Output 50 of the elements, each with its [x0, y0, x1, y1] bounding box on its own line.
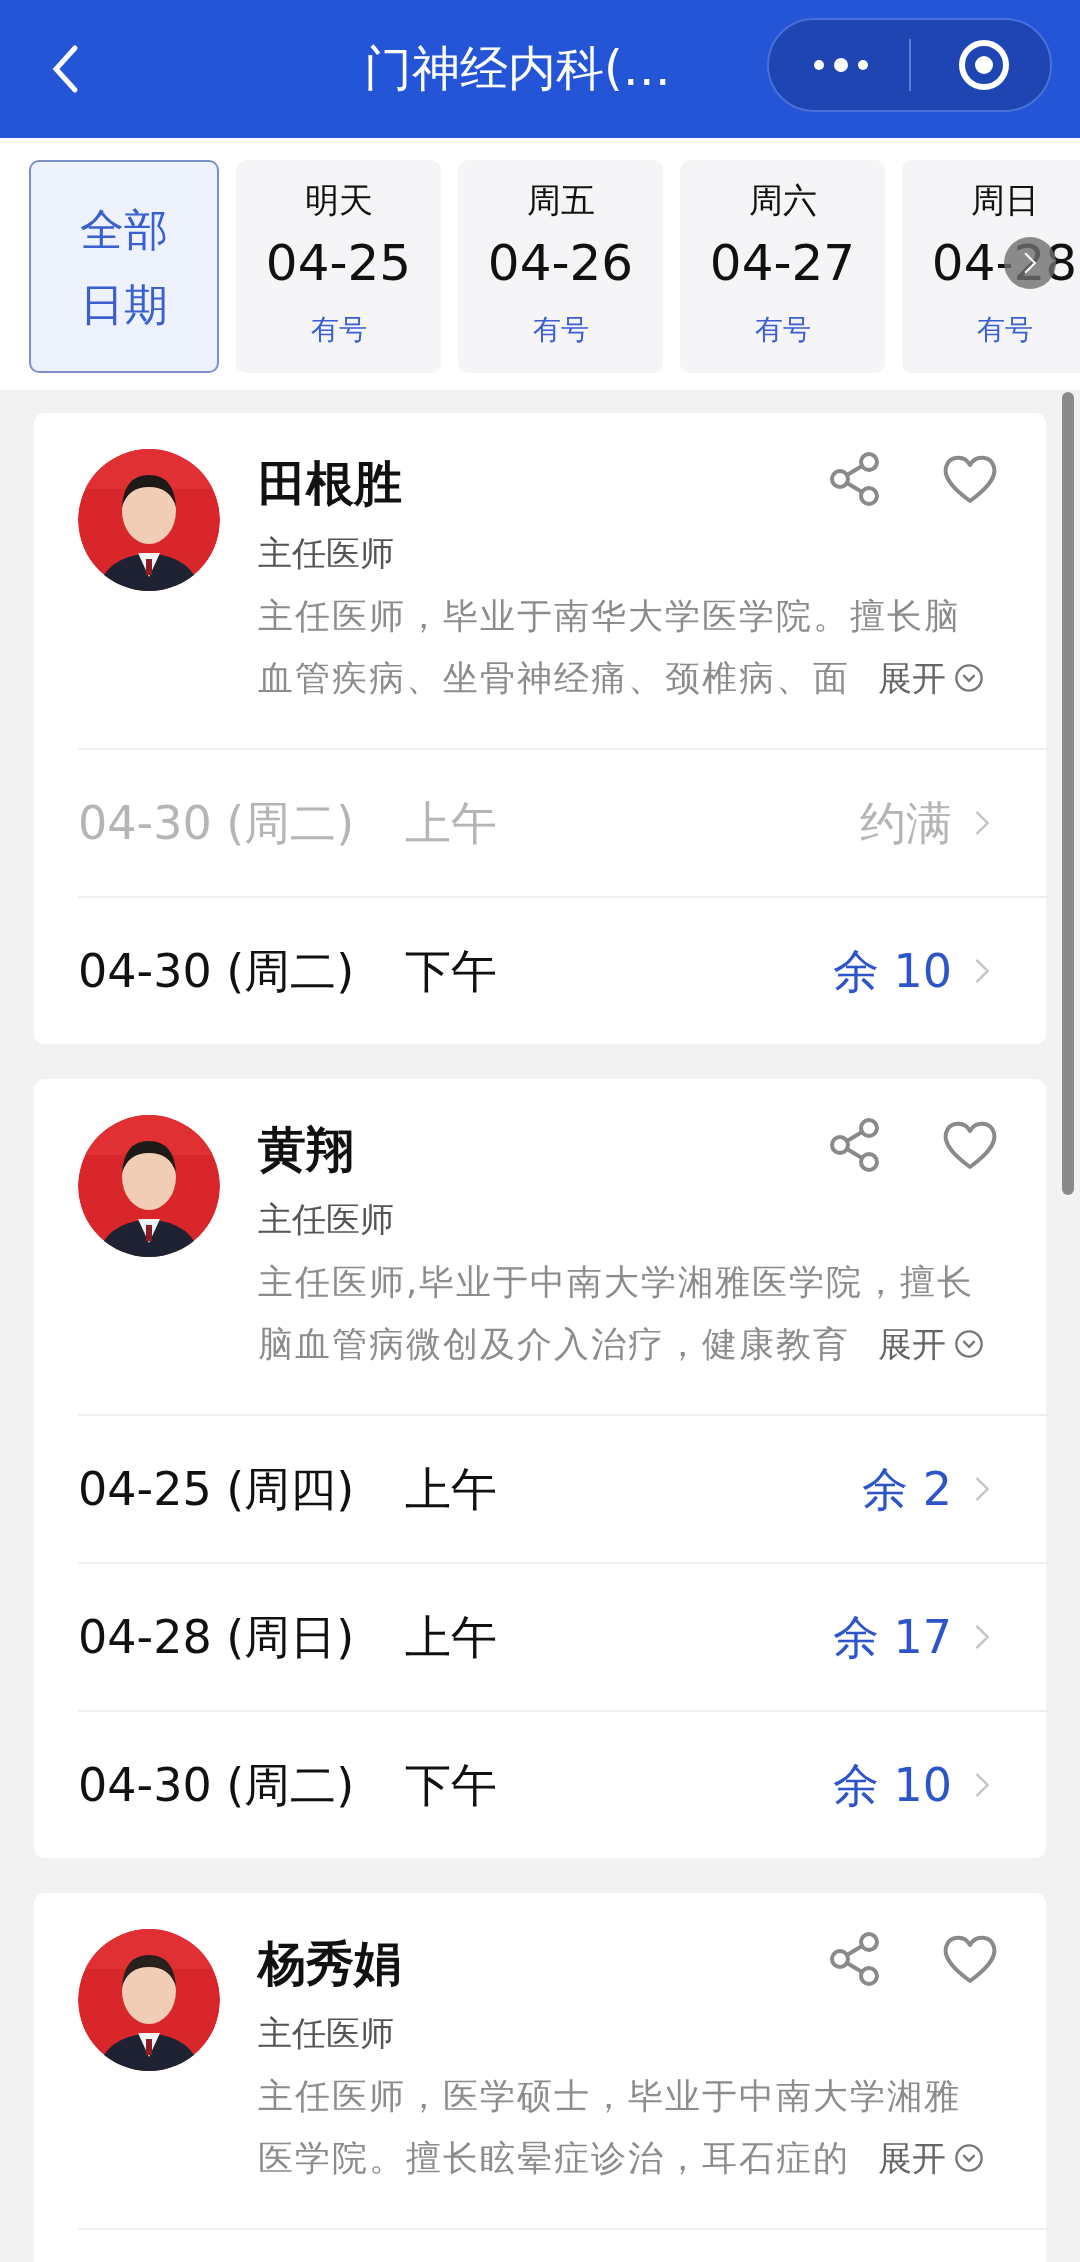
slot-status: 约满: [860, 794, 952, 852]
date-tab[interactable]: 周五 04-26 有号: [458, 160, 663, 373]
date-tab[interactable]: 明天 04-25 有号: [236, 160, 441, 373]
circle-chevron-down-icon: [954, 2143, 984, 2173]
doctor-title: 主任医师: [258, 532, 395, 575]
expand-button[interactable]: 展开: [878, 647, 984, 709]
slot-date: 04-28 (周日): [78, 1608, 356, 1666]
slot-period: 下午: [405, 942, 497, 1000]
slot-status: 余 10: [832, 1756, 952, 1814]
doctor-title: 主任医师: [258, 1198, 395, 1241]
chevron-right-icon: [974, 1771, 990, 1799]
slot-status: 余 10: [832, 942, 952, 1000]
expand-button[interactable]: 展开: [878, 2127, 984, 2189]
date-tab[interactable]: 周六 04-27 有号: [680, 160, 885, 373]
doctor-bio: 脑血管病微创及介入治疗，健康教育: [258, 1323, 850, 1366]
slot-period: 上午: [405, 794, 497, 852]
doctor-name: 杨秀娟: [258, 1934, 402, 1993]
date-tab[interactable]: 全部日期: [29, 160, 219, 373]
doctor-bio: 血管疾病、坐骨神经痛、颈椎病、面: [258, 657, 850, 700]
doctor-title: 主任医师: [258, 2012, 395, 2055]
slot-status: 余 2: [862, 1460, 952, 1518]
slot-date: 04-30 (周二): [78, 942, 356, 1000]
slot-date: 04-30 (周二): [78, 1756, 356, 1814]
schedule-row[interactable]: 04-30 (周二) 下午 余 10: [78, 1710, 1046, 1858]
slot-period: 上午: [405, 1460, 497, 1518]
chevron-right-icon: [974, 1475, 990, 1503]
circle-chevron-down-icon: [954, 1329, 984, 1359]
doctor-bio: 主任医师，医学硕士，毕业于中南大学湘雅: [258, 2075, 962, 2118]
schedule-row[interactable]: 04-28 (周日) 上午 余 17: [78, 1562, 1046, 1710]
page-title: 门神经内科(…: [364, 39, 671, 98]
doctor-name: 田根胜: [258, 454, 402, 513]
schedule-row[interactable]: 04-30 (周二) 下午 余 10: [78, 896, 1046, 1044]
doctor-bio: 主任医师,毕业于中南大学湘雅医学院，擅长: [258, 1261, 976, 1304]
chevron-right-icon: [974, 809, 990, 837]
schedule-row[interactable]: 04-25 (周四) 上午 余 2: [78, 1414, 1046, 1562]
expand-button[interactable]: 展开: [878, 1313, 984, 1375]
circle-chevron-down-icon: [954, 663, 984, 693]
target-icon[interactable]: [957, 38, 1011, 92]
chevron-right-icon: [974, 957, 990, 985]
slot-period: 下午: [405, 1756, 497, 1814]
slot-period: 上午: [405, 1608, 497, 1666]
doctor-name: 黄翔: [258, 1120, 354, 1179]
doctor-bio: 医学院。擅长眩晕症诊治，耳石症的: [258, 2137, 850, 2180]
slot-status: 余 17: [832, 1608, 952, 1666]
more-icon[interactable]: [811, 57, 871, 73]
doctor-bio: 主任医师，毕业于南华大学医学院。擅长脑: [258, 595, 962, 638]
back-icon[interactable]: [50, 44, 80, 94]
slot-date: 04-25 (周四): [78, 1460, 356, 1518]
slot-date: 04-30 (周二): [78, 794, 356, 852]
chevron-right-icon: [974, 1623, 990, 1651]
